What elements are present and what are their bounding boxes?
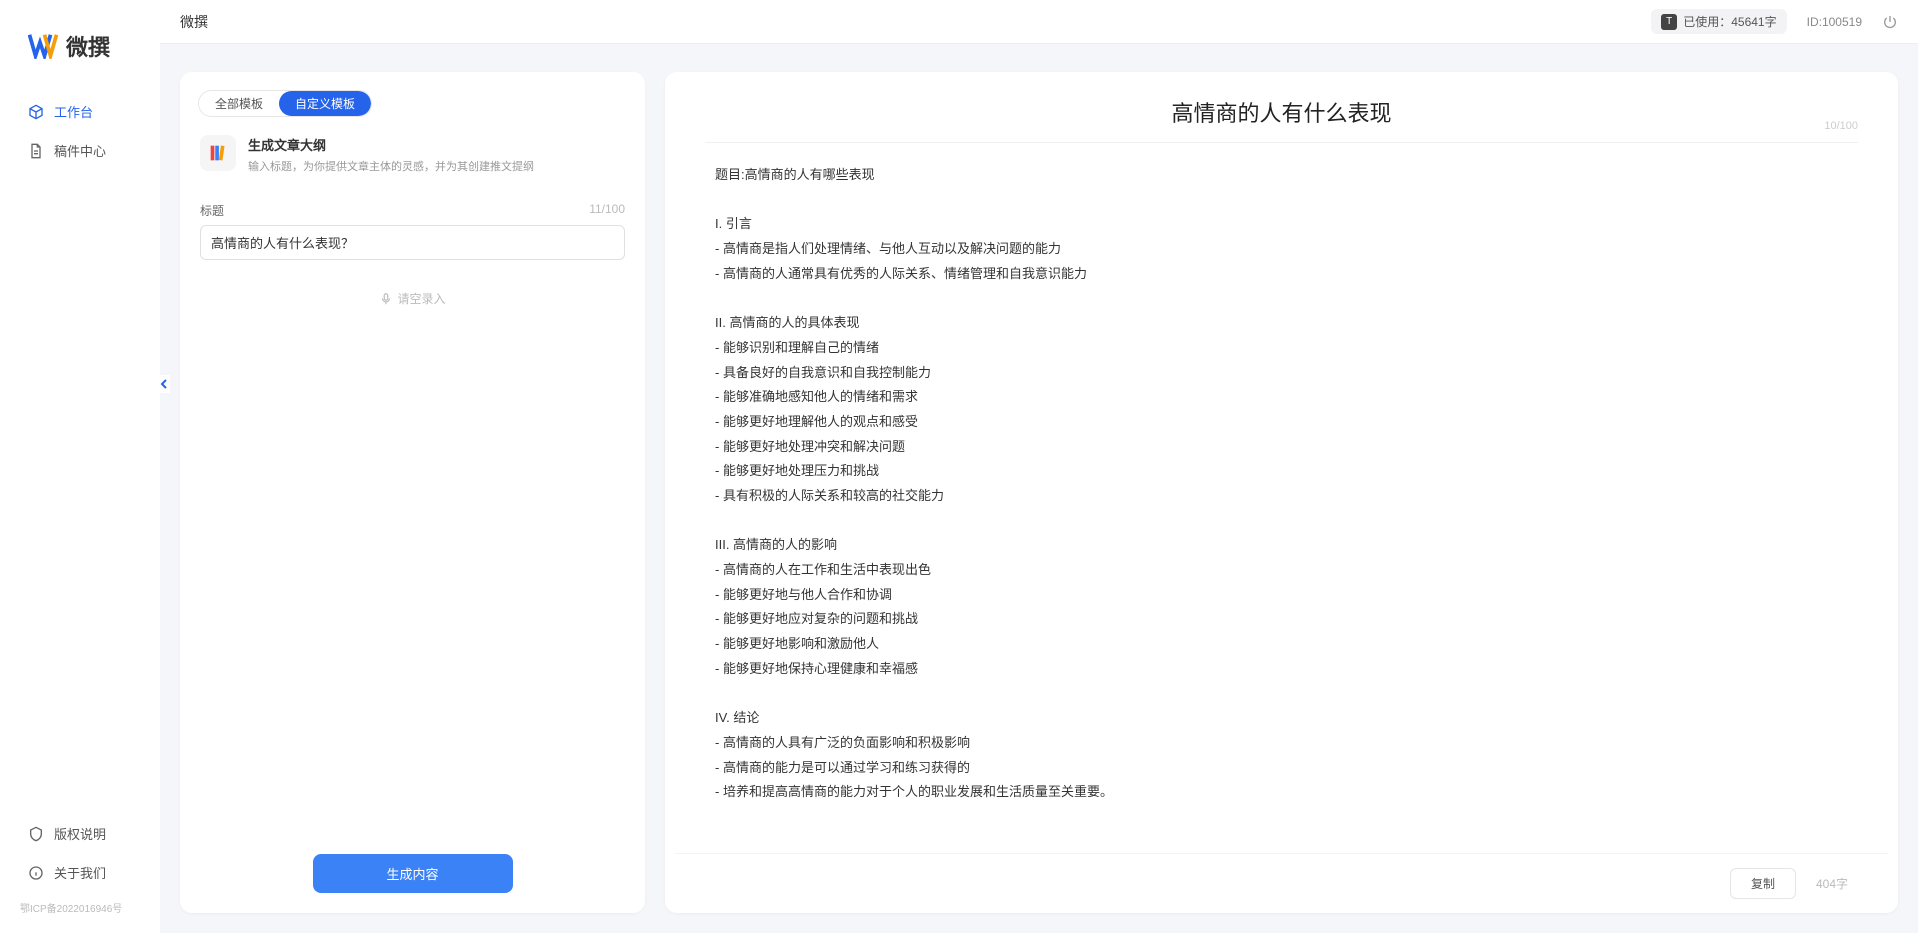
sidebar-item-label: 稿件中心 bbox=[54, 141, 106, 160]
chevron-left-icon bbox=[159, 379, 169, 389]
sidebar-item-drafts[interactable]: 稿件中心 bbox=[0, 131, 160, 170]
page-title: 微撰 bbox=[180, 12, 208, 32]
template-title: 生成文章大纲 bbox=[248, 135, 534, 154]
sidebar-item-about[interactable]: 关于我们 bbox=[0, 853, 160, 892]
sidebar-bottom: 版权说明 关于我们 鄂ICP备2022016946号 bbox=[0, 814, 160, 933]
word-count: 404字 bbox=[1816, 875, 1848, 892]
output-panel: 高情商的人有什么表现 10/100 题目:高情商的人有哪些表现 I. 引言 - … bbox=[665, 72, 1898, 913]
output-footer: 复制 404字 bbox=[675, 853, 1888, 913]
voice-label: 请空录入 bbox=[397, 290, 445, 307]
template-desc: 输入标题，为你提供文章主体的灵感，并为其创建推文提纲 bbox=[248, 158, 534, 174]
sidebar-item-copyright[interactable]: 版权说明 bbox=[0, 814, 160, 853]
logo: 微撰 bbox=[0, 30, 160, 92]
microphone-icon bbox=[379, 292, 393, 306]
output-body[interactable]: 题目:高情商的人有哪些表现 I. 引言 - 高情商是指人们处理情绪、与他人互动以… bbox=[665, 143, 1898, 853]
sidebar-item-label: 工作台 bbox=[54, 102, 93, 121]
usage-text: 已使用：45641字 bbox=[1683, 13, 1776, 30]
power-icon[interactable] bbox=[1882, 14, 1898, 30]
title-field-section: 标题 11/100 bbox=[180, 192, 645, 270]
tab-custom-templates[interactable]: 自定义模板 bbox=[279, 91, 371, 116]
info-icon bbox=[28, 865, 44, 881]
logo-icon bbox=[28, 33, 58, 59]
sidebar-item-workspace[interactable]: 工作台 bbox=[0, 92, 160, 131]
voice-input-button[interactable]: 请空录入 bbox=[180, 270, 645, 327]
title-input[interactable] bbox=[200, 225, 625, 260]
sidebar-collapse-toggle[interactable] bbox=[158, 375, 170, 393]
brand-text: 微撰 bbox=[66, 30, 110, 62]
generate-button[interactable]: 生成内容 bbox=[313, 854, 513, 893]
shield-icon bbox=[28, 826, 44, 842]
sidebar: 微撰 工作台 稿件中心 版权说明 关于我们 鄂ICP备2022016946号 bbox=[0, 0, 160, 933]
template-tabs: 全部模板 自定义模板 bbox=[180, 72, 645, 129]
books-icon bbox=[200, 135, 236, 171]
icp-text: 鄂ICP备2022016946号 bbox=[0, 892, 160, 923]
sidebar-item-label: 关于我们 bbox=[54, 863, 106, 882]
t-icon: T bbox=[1661, 14, 1677, 30]
output-title: 高情商的人有什么表现 bbox=[745, 96, 1818, 128]
input-panel: 全部模板 自定义模板 生成文章大纲 输入标题，为你提供文章主体的灵感，并为其创建… bbox=[180, 72, 645, 913]
cube-icon bbox=[28, 104, 44, 120]
user-id: ID:100519 bbox=[1807, 15, 1862, 29]
copy-button[interactable]: 复制 bbox=[1730, 868, 1796, 899]
usage-badge[interactable]: T 已使用：45641字 bbox=[1651, 9, 1786, 34]
top-header: 微撰 T 已使用：45641字 ID:100519 bbox=[160, 0, 1918, 44]
document-icon bbox=[28, 143, 44, 159]
sidebar-item-label: 版权说明 bbox=[54, 824, 106, 843]
output-title-counter: 10/100 bbox=[1824, 120, 1858, 132]
output-header: 高情商的人有什么表现 10/100 bbox=[705, 72, 1858, 143]
template-card: 生成文章大纲 输入标题，为你提供文章主体的灵感，并为其创建推文提纲 bbox=[180, 129, 645, 192]
char-counter: 11/100 bbox=[589, 202, 625, 219]
tab-all-templates[interactable]: 全部模板 bbox=[199, 91, 279, 116]
field-label: 标题 bbox=[200, 202, 224, 219]
main-content: 全部模板 自定义模板 生成文章大纲 输入标题，为你提供文章主体的灵感，并为其创建… bbox=[160, 44, 1918, 933]
